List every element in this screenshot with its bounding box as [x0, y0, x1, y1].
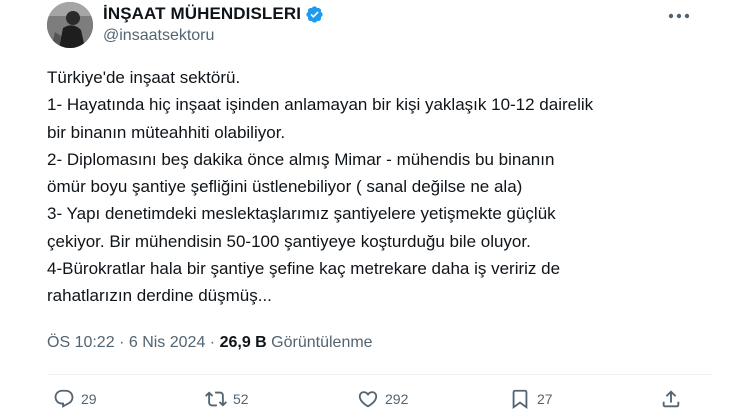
- retweet-icon: [205, 391, 227, 407]
- tweet-text-line: 4-Bürokratlar hala bir şantiye şefine ka…: [47, 259, 561, 279]
- more-options-button[interactable]: [664, 4, 694, 28]
- tweet-text-line: 1- Hayatında hiç inşaat işinden anlamaya…: [47, 95, 594, 115]
- retweet-button[interactable]: 52: [205, 388, 249, 410]
- author-handle[interactable]: @insaatsektoru: [103, 27, 214, 45]
- author-display-name[interactable]: İNŞAAT MÜHENDISLERI: [103, 4, 301, 24]
- tweet-text-line: çekiyor. Bir mühendisin 50-100 şantiyeye…: [47, 231, 531, 251]
- meta-separator: ·: [209, 334, 216, 351]
- bookmark-count: 27: [537, 391, 553, 407]
- tweet-text-line: 2- Diplomasını beş dakika önce almış Mim…: [47, 149, 555, 169]
- verified-badge-icon: [305, 5, 324, 24]
- heart-icon: [358, 391, 378, 408]
- share-button[interactable]: [660, 388, 682, 410]
- tweet-text-line: rahatlarızın derdine düşmüş...: [47, 286, 272, 306]
- tweet-text-line: Türkiye'de inşaat sektörü.: [47, 68, 241, 87]
- bookmark-icon: [512, 389, 528, 410]
- share-icon: [662, 390, 680, 408]
- action-bar: 29 52 292 27: [0, 388, 730, 414]
- more-options-icon: [668, 13, 690, 19]
- tweet-text-line: 3- Yapı denetimdeki meslektaşlarımız şan…: [47, 204, 556, 224]
- divider: [47, 374, 713, 375]
- author-name-row[interactable]: İNŞAAT MÜHENDISLERI: [103, 4, 324, 24]
- tweet-text-line: ömür boyu şantiye şefliğini üstlenebiliy…: [47, 177, 523, 197]
- tweet-meta: ÖS 10:22 · 6 Nis 2024 · 26,9 B Görüntüle…: [47, 334, 373, 352]
- reply-count: 29: [81, 391, 97, 407]
- avatar[interactable]: [47, 2, 93, 48]
- bookmark-button[interactable]: 27: [509, 388, 553, 410]
- tweet-text: Türkiye'de inşaat sektörü. 1- Hayatında …: [47, 64, 707, 310]
- reply-button[interactable]: 29: [53, 388, 97, 410]
- like-button[interactable]: 292: [357, 388, 408, 410]
- like-count: 292: [385, 391, 409, 407]
- avatar-photo: [47, 2, 93, 48]
- reply-icon: [54, 389, 74, 408]
- views-label[interactable]: Görüntülenme: [271, 334, 372, 351]
- tweet-date[interactable]: 6 Nis 2024: [129, 334, 206, 351]
- meta-separator: ·: [119, 334, 125, 351]
- views-count[interactable]: 26,9 B: [220, 334, 267, 351]
- tweet-time[interactable]: ÖS 10:22: [47, 334, 115, 351]
- tweet-text-line: bir binanın müteahhiti olabiliyor.: [47, 122, 286, 142]
- retweet-count: 52: [233, 391, 249, 407]
